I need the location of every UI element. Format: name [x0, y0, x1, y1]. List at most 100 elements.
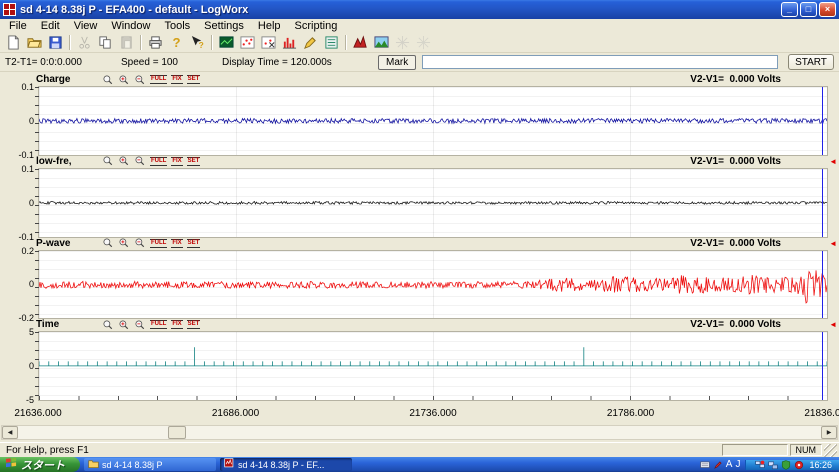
scale-button-label: SET: [187, 239, 201, 248]
resize-grip[interactable]: [824, 444, 837, 457]
save-icon[interactable]: [45, 34, 66, 52]
zoom-out-icon[interactable]: [134, 238, 146, 249]
full-scale-icon[interactable]: FULL: [150, 238, 167, 249]
set-scale-icon[interactable]: SET: [187, 74, 201, 85]
alarm-icon[interactable]: [794, 460, 804, 470]
copy-icon[interactable]: [95, 34, 116, 52]
mark-button[interactable]: Mark: [378, 55, 416, 70]
scale-button-label: FULL: [150, 320, 167, 329]
cursor-line[interactable]: [822, 169, 823, 237]
menu-settings[interactable]: Settings: [197, 20, 251, 32]
v2v1-value: 0.000 Volts: [724, 238, 781, 249]
waveform-red-icon[interactable]: [350, 34, 371, 52]
level-marker-icon[interactable]: ◄: [829, 320, 837, 330]
channel-time: TimeFULLFIXSETV2-V1= 0.000 Volts◄50-5: [0, 319, 839, 401]
zoom-out-icon[interactable]: [134, 319, 146, 330]
maximize-button[interactable]: □: [800, 2, 817, 17]
x-axis-label: 21786.000: [607, 408, 654, 419]
level-marker-icon[interactable]: ◄: [829, 239, 837, 249]
x-axis-labels-row: 21636.00021686.00021736.00021786.0002183…: [0, 401, 839, 425]
horizontal-scrollbar[interactable]: ◀ ▶: [1, 425, 838, 440]
full-scale-icon[interactable]: FULL: [150, 319, 167, 330]
zoom-in-icon[interactable]: [118, 319, 130, 330]
open-icon[interactable]: [24, 34, 45, 52]
close-button[interactable]: ×: [819, 2, 836, 17]
zoom-out-icon[interactable]: [134, 74, 146, 85]
full-scale-icon[interactable]: FULL: [150, 74, 167, 85]
ime-indicator-1[interactable]: J: [735, 459, 740, 470]
mark-input[interactable]: [422, 55, 778, 69]
waveform-plot[interactable]: 0.20-0.2: [38, 250, 828, 320]
ime-language-bar[interactable]: AJ: [695, 459, 746, 470]
channel-toolbar: FULL FIX SET: [102, 74, 200, 85]
zoom-select-icon[interactable]: [102, 238, 114, 249]
menu-edit[interactable]: Edit: [34, 20, 67, 32]
window-title: sd 4-14 8.38j P - EFA400 - default - Log…: [20, 4, 777, 16]
ime-indicator-0[interactable]: A: [726, 459, 733, 470]
scatter-view-icon[interactable]: [237, 34, 258, 52]
start-menu-button[interactable]: スタート: [0, 457, 80, 472]
scale-button-label: SET: [187, 157, 201, 166]
scroll-track[interactable]: [18, 426, 821, 439]
scatter-clear-icon[interactable]: [258, 34, 279, 52]
zoom-select-icon[interactable]: [102, 319, 114, 330]
taskbar: スタート sd 4-14 8.38j P sd 4-14 8.38j P - EF…: [0, 457, 839, 472]
print-icon[interactable]: [145, 34, 166, 52]
minimize-button[interactable]: _: [781, 2, 798, 17]
v2v1-value: 0.000 Volts: [724, 156, 781, 167]
scroll-left-button[interactable]: ◀: [2, 426, 18, 439]
help-icon[interactable]: ?: [166, 34, 187, 52]
pen-icon[interactable]: [713, 460, 723, 470]
context-help-icon[interactable]: ?: [187, 34, 208, 52]
cursor-line[interactable]: [822, 87, 823, 155]
waveform-image-icon[interactable]: [371, 34, 392, 52]
menu-help[interactable]: Help: [251, 20, 288, 32]
set-scale-icon[interactable]: SET: [187, 238, 201, 249]
level-marker-icon[interactable]: ◄: [829, 157, 837, 167]
menu-file[interactable]: File: [2, 20, 34, 32]
taskbar-task-0[interactable]: sd 4-14 8.38j P: [84, 458, 216, 471]
y-axis-label: 0: [29, 116, 34, 126]
set-scale-icon[interactable]: SET: [187, 319, 201, 330]
t2t1-readout: T2-T1= 0:0:0.000: [5, 57, 115, 68]
full-scale-icon[interactable]: FULL: [150, 156, 167, 167]
zoom-in-icon[interactable]: [118, 74, 130, 85]
set-scale-icon[interactable]: SET: [187, 156, 201, 167]
start-button[interactable]: START: [788, 54, 834, 70]
data-form-icon[interactable]: [321, 34, 342, 52]
edit-pencil-icon[interactable]: [300, 34, 321, 52]
zoom-select-icon[interactable]: [102, 74, 114, 85]
taskbar-task-1[interactable]: sd 4-14 8.38j P - EF...: [220, 458, 352, 471]
waveform-plot[interactable]: 0.10-0.1: [38, 168, 828, 238]
window-controls: _□×: [781, 2, 836, 17]
cursor-line[interactable]: [822, 332, 823, 400]
scale-button-label: SET: [187, 320, 201, 329]
chart-view-icon[interactable]: [216, 34, 237, 52]
start-label: スタート: [21, 457, 65, 472]
menu-scripting[interactable]: Scripting: [288, 20, 345, 32]
new-icon[interactable]: [3, 34, 24, 52]
keyboard-icon[interactable]: [700, 460, 710, 470]
network2-icon[interactable]: [768, 460, 778, 470]
waveform-plot[interactable]: 0.10-0.1: [38, 86, 828, 156]
waveform-plot[interactable]: 50-5: [38, 331, 828, 401]
windows-flag-icon: [5, 458, 18, 472]
fix-scale-icon[interactable]: FIX: [171, 74, 182, 85]
cursor-line[interactable]: [822, 251, 823, 319]
menu-tools[interactable]: Tools: [157, 20, 197, 32]
zoom-in-icon[interactable]: [118, 238, 130, 249]
scroll-thumb[interactable]: [168, 426, 186, 439]
shield-icon[interactable]: [781, 460, 791, 470]
zoom-out-icon[interactable]: [134, 156, 146, 167]
zoom-select-icon[interactable]: [102, 156, 114, 167]
zoom-in-icon[interactable]: [118, 156, 130, 167]
fix-scale-icon[interactable]: FIX: [171, 319, 182, 330]
network-alert-icon[interactable]: [755, 460, 765, 470]
menu-view[interactable]: View: [67, 20, 105, 32]
menu-window[interactable]: Window: [104, 20, 157, 32]
fix-scale-icon[interactable]: FIX: [171, 238, 182, 249]
scroll-right-button[interactable]: ▶: [821, 426, 837, 439]
fix-scale-icon[interactable]: FIX: [171, 156, 182, 167]
y-axis-label: 5: [29, 327, 34, 337]
histogram-view-icon[interactable]: [279, 34, 300, 52]
